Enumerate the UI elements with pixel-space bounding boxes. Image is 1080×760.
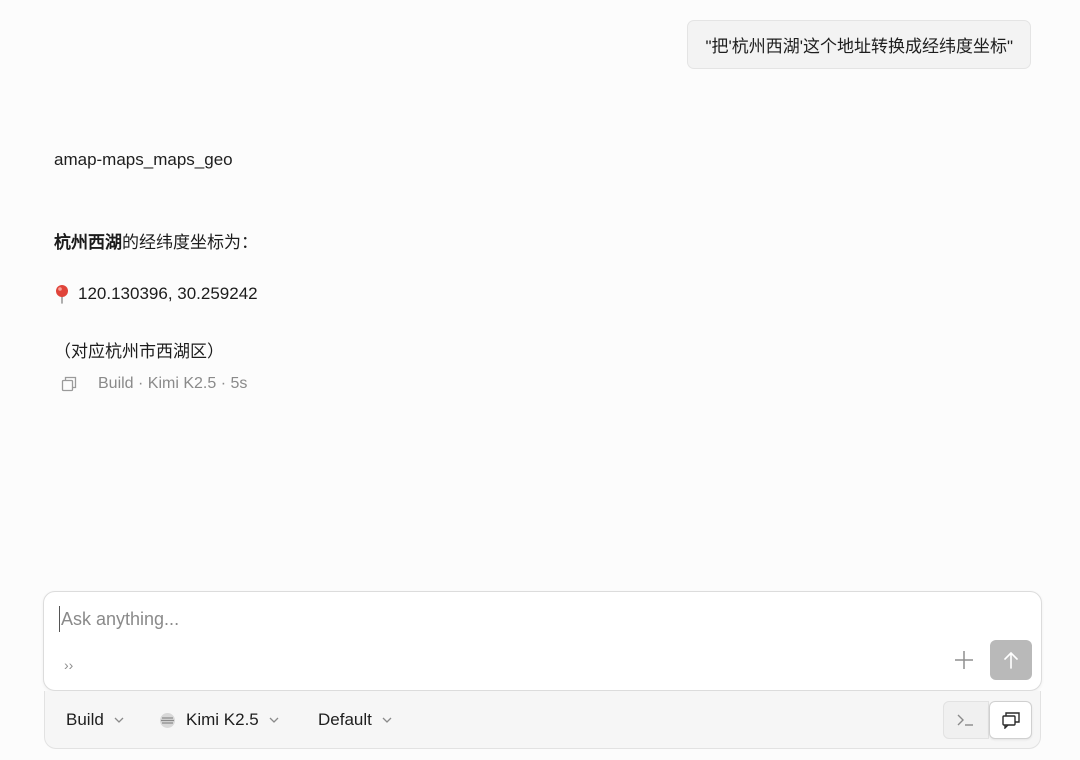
answer-heading: 杭州西湖的经纬度坐标为： xyxy=(54,232,258,254)
chevron-down-icon xyxy=(114,717,124,723)
answer-heading-rest: 的经纬度坐标为： xyxy=(122,233,258,252)
model-selector-label: Kimi K2.5 xyxy=(186,710,259,729)
variant-selector-label: Default xyxy=(318,710,372,729)
chat-panel-icon xyxy=(1001,712,1020,729)
user-message-text: "把'杭州西湖'这个地址转换成经纬度坐标" xyxy=(705,37,1013,56)
add-attachment-button[interactable] xyxy=(952,648,976,672)
chevron-down-icon xyxy=(382,717,392,723)
message-meta-text: Build · Kimi K2.5 · 5s xyxy=(98,375,248,392)
terminal-button[interactable] xyxy=(943,701,989,739)
chat-panel-button[interactable] xyxy=(989,701,1032,739)
round-pushpin-icon xyxy=(54,284,70,304)
model-selector[interactable]: Kimi K2.5 xyxy=(159,691,279,749)
coordinates-text: 120.130396, 30.259242 xyxy=(78,284,258,303)
terminal-icon xyxy=(957,714,973,726)
assistant-answer: 杭州西湖的经纬度坐标为： xyxy=(54,232,258,254)
variant-selector[interactable]: Default xyxy=(318,691,392,749)
copy-icon[interactable] xyxy=(60,375,78,393)
arrow-up-icon xyxy=(1004,652,1018,669)
tool-call-name: amap-maps_maps_geo xyxy=(54,150,233,169)
prompt-input[interactable] xyxy=(59,606,939,632)
send-button[interactable] xyxy=(990,640,1032,680)
answer-note: （对应杭州市西湖区） xyxy=(54,342,224,361)
kimi-model-icon xyxy=(160,712,175,728)
message-meta: Build · Kimi K2.5 · 5s xyxy=(60,375,247,393)
composer: ›› xyxy=(43,591,1042,691)
expand-icon[interactable]: ›› xyxy=(64,658,73,672)
composer-toolbar: Build Kimi K2.5 Default xyxy=(44,691,1041,749)
agent-selector-label: Build xyxy=(66,710,104,729)
chevron-down-icon xyxy=(269,717,279,723)
view-toggle-group xyxy=(943,701,1033,739)
agent-selector[interactable]: Build xyxy=(66,691,124,749)
answer-coordinates: 120.130396, 30.259242 xyxy=(54,284,258,304)
plus-icon xyxy=(955,651,973,669)
user-message-bubble: "把'杭州西湖'这个地址转换成经纬度坐标" xyxy=(687,20,1031,69)
chat-page: "把'杭州西湖'这个地址转换成经纬度坐标" amap-maps_maps_geo… xyxy=(0,0,1080,760)
answer-location: 杭州西湖 xyxy=(54,233,122,252)
